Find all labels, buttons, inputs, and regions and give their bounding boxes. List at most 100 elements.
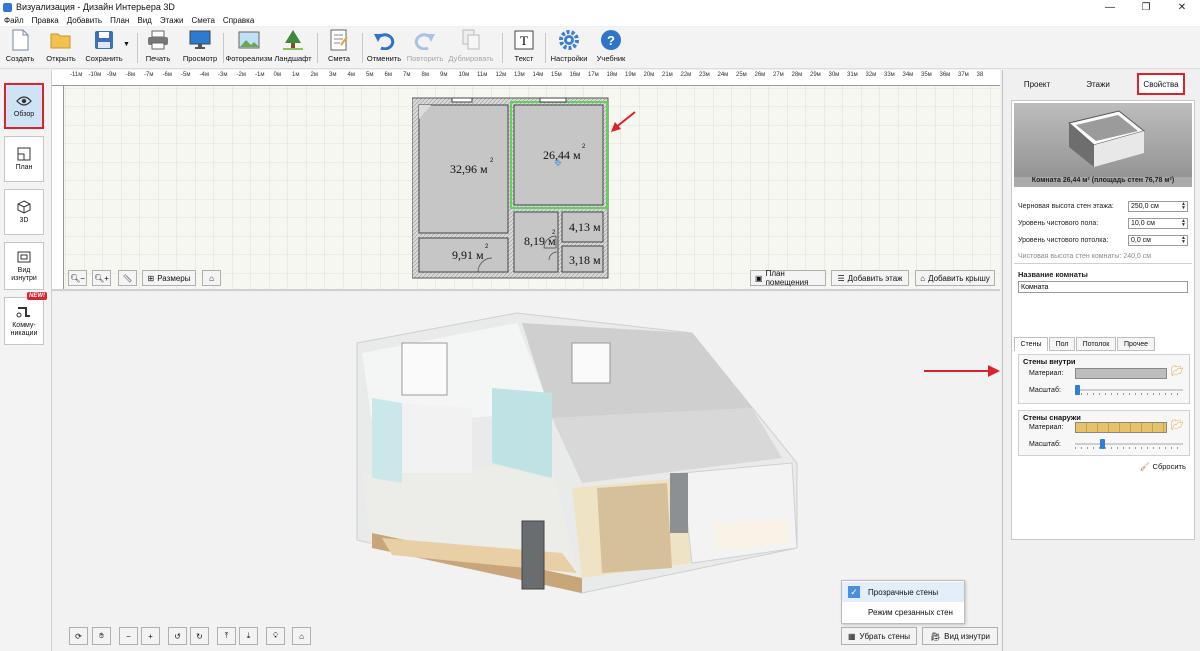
save-dropdown-icon[interactable]: ▼ [123,41,130,48]
menu-add[interactable]: Добавить [63,16,106,25]
walls-inside-title: Стены внутри [1023,357,1076,366]
menu-help[interactable]: Справка [219,16,258,25]
sizes-button[interactable]: ⊞ Размеры [142,270,196,286]
spinner-icon[interactable]: ▲ ▼ [1180,219,1187,228]
ruler-label: 29м [810,72,821,78]
add-floor-button[interactable]: ☰ Добавить этаж [831,270,909,286]
zoom-out-icon: 🔍︎− [70,273,85,283]
tab-properties[interactable]: Свойства [1137,73,1185,95]
room-area-label: 3,18 м [569,253,601,267]
menu-plan[interactable]: План [106,16,133,25]
vertical-ruler [52,86,64,289]
rotate-left-button[interactable]: ↺ [168,627,187,645]
overview-mode-button[interactable]: Обзор [4,83,44,129]
zoom-out-3d-button[interactable]: − [119,627,138,645]
separator [317,33,318,63]
tab-project[interactable]: Проект [1009,73,1065,95]
rotate-360-button[interactable]: ⟳ [69,627,88,645]
maximize-button[interactable]: ❐ [1128,0,1164,14]
minimize-button[interactable]: — [1092,0,1128,14]
outside-material-swatch[interactable] [1075,422,1167,433]
tilt-down-button[interactable]: ⤓ [239,627,258,645]
room-3d-preview-icon [1067,110,1146,167]
room-area-label: 4,13 м [569,220,601,234]
settings-button[interactable]: Настройки [549,29,589,67]
room-plan-button[interactable]: ▣ План помещения [750,269,826,287]
spinner-icon[interactable]: ▲ ▼ [1180,236,1187,245]
text-button[interactable]: T Текст [504,29,544,67]
zoom-in-button[interactable]: 🔍︎+ [92,270,111,286]
home-button[interactable]: ⌂ [202,270,221,286]
inside-view-button[interactable]: 🎥︎ Вид изнутри [922,627,998,645]
home-icon: ⌂ [299,631,304,641]
reset-button[interactable]: 🖌︎ Сбросить [1140,462,1186,471]
rotate-right-button[interactable]: ↻ [190,627,209,645]
subtab-walls[interactable]: Стены [1014,337,1048,351]
new-file-icon [9,29,31,51]
camera-icon: 🎥︎ [930,631,941,641]
photorealism-button[interactable]: Фотореализм [226,29,272,67]
spinner-icon[interactable]: ▲ ▼ [1180,202,1187,211]
zoom-in-3d-button[interactable]: + [141,627,160,645]
folder-icon[interactable]: 📂︎ [1171,420,1184,431]
zoom-out-button[interactable]: 🔍︎− [68,270,87,286]
print-button[interactable]: Печать [138,29,178,67]
menu-bar: Файл Правка Добавить План Вид Этажи Смет… [0,14,1200,26]
undo-icon [373,29,395,51]
rough-height-field[interactable]: 250,0 см ▲ ▼ [1128,201,1188,212]
add-roof-button[interactable]: ⌂ Добавить крышу [915,270,995,286]
plan-view[interactable]: -11м -10м -9м -8м -7м -6м -5м -4м -3м -2м -1м 0м 1м 2… [52,70,1000,291]
home-3d-button[interactable]: ⌂ [292,627,311,645]
menu-floors[interactable]: Этажи [156,16,188,25]
close-button[interactable]: ✕ [1164,0,1200,14]
inside-material-swatch[interactable] [1075,368,1167,379]
red-arrow-annotation [924,365,1000,377]
menu-view[interactable]: Вид [133,16,155,25]
inside-scale-slider[interactable] [1075,385,1183,395]
check-icon: ✓ [848,586,860,598]
subtab-floor[interactable]: Пол [1049,337,1075,351]
pan-button[interactable]: ✋︎ [92,627,111,645]
communications-mode-button[interactable]: NEW! Комму-никации [4,292,47,345]
room-name-input[interactable] [1018,281,1188,293]
save-button[interactable]: Сохранить [82,29,126,67]
cut-walls-option[interactable]: Режим срезанных стен [842,602,964,622]
hide-walls-button[interactable]: ▦ Убрать стены [841,627,917,645]
inside-view-mode-button[interactable]: Вид изнутри [4,242,44,290]
ceiling-level-field[interactable]: 0,0 см ▲ ▼ [1128,235,1188,246]
menu-estimate[interactable]: Смета [187,16,218,25]
ruler-tool-button[interactable]: 📏︎ [118,270,137,286]
preview-button[interactable]: Просмотр [180,29,220,67]
subtab-other[interactable]: Прочее [1117,337,1155,351]
duplicate-button[interactable]: Дублировать [448,29,494,67]
menu-edit[interactable]: Правка [28,16,63,25]
light-button[interactable]: 💡︎ [266,627,285,645]
3d-mode-button[interactable]: 3D [4,189,44,235]
ruler-label: -5м [181,72,191,78]
estimate-button[interactable]: Смета [319,29,359,67]
undo-button[interactable]: Отменить [364,29,404,67]
redo-button[interactable]: Повторить [405,29,445,67]
zoom-in-icon: 🔍︎+ [94,273,109,283]
tutorial-button[interactable]: ? Учебник [591,29,631,67]
create-button[interactable]: Создать [0,29,40,67]
tab-floors[interactable]: Этажи [1069,73,1127,95]
ruler-label: 7м [403,72,411,78]
tilt-up-button[interactable]: ⤒ [217,627,236,645]
transparent-walls-option[interactable]: ✓ Прозрачные стены [842,582,964,602]
plan-mode-button[interactable]: План [4,136,44,182]
menu-file[interactable]: Файл [0,16,28,25]
ruler-icon: 📏︎ [122,273,133,283]
outside-scale-slider[interactable] [1075,439,1183,449]
folder-icon[interactable]: 📂︎ [1171,366,1184,377]
room-preview: Комната 26,44 м² (площадь стен 76,78 м²) [1014,103,1192,187]
landscape-button[interactable]: Ландшафт [272,29,314,67]
floor-level-field[interactable]: 10,0 см ▲ ▼ [1128,218,1188,229]
cube-icon [17,199,31,214]
subtab-ceiling[interactable]: Потолок [1076,337,1116,351]
window-title: Визуализация - Дизайн Интерьера 3D [16,2,175,12]
rotate-right-icon: ↻ [196,631,203,641]
room-area-unit: 2 [485,244,489,250]
open-button[interactable]: Открыть [41,29,81,67]
printer-icon [147,29,169,51]
